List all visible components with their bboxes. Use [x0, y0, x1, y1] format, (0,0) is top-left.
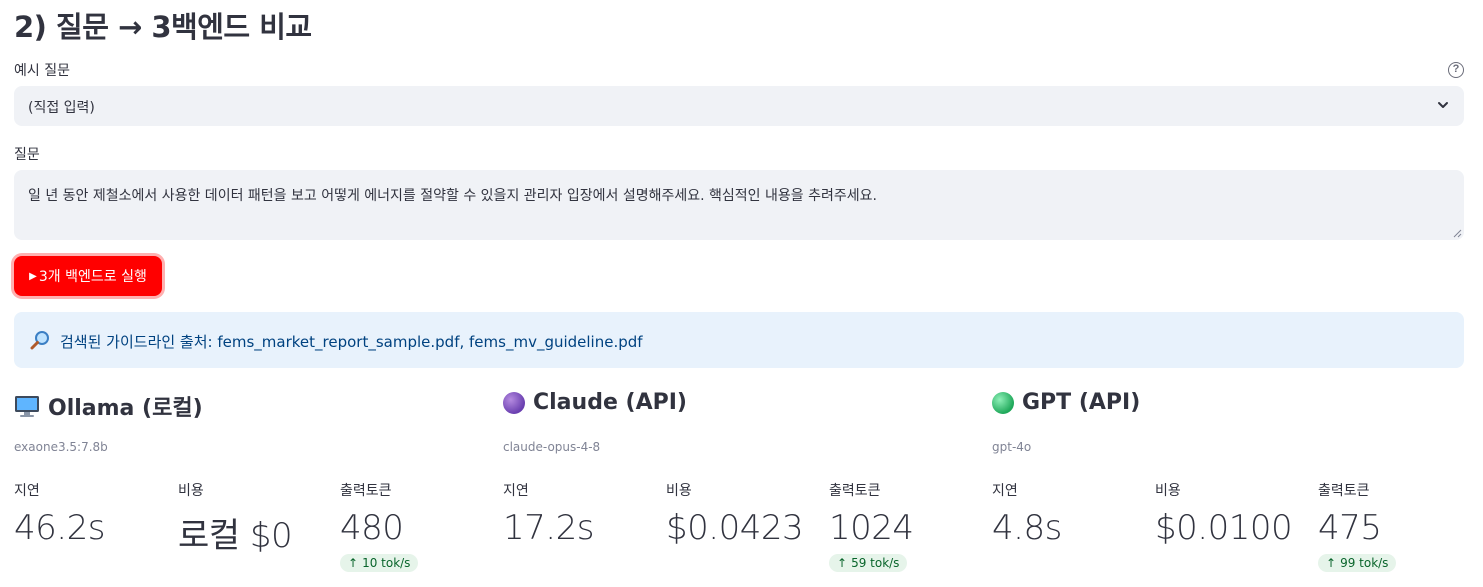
metric-label: 지연	[14, 483, 40, 499]
metric-cost: 비용 $0.0100	[1155, 480, 1293, 548]
metric-latency: 지연 4.8s	[992, 480, 1062, 548]
metric-label: 비용	[178, 483, 204, 499]
sources-text: 검색된 가이드라인 출처: fems_market_report_sample.…	[60, 331, 643, 352]
token-rate-text: 99 tok/s	[1340, 556, 1389, 570]
backend-column-ollama: Ollama (로컬) exaone3.5:7.8b 지연 46.2s 비용 로…	[14, 390, 484, 587]
metric-value: 475	[1318, 508, 1382, 548]
arrow-up-icon: ↑	[837, 556, 848, 570]
metric-value: $0.0423	[666, 508, 804, 548]
backend-title-text: Claude (API)	[533, 390, 687, 415]
metric-label: 지연	[992, 483, 1018, 499]
metric-label: 출력토큰	[1318, 483, 1370, 499]
chevron-down-icon	[1438, 102, 1448, 108]
model-caption: exaone3.5:7.8b	[14, 440, 108, 454]
metric-value: 17.2s	[503, 508, 594, 548]
backend-title: GPT (API)	[992, 390, 1140, 415]
metric-label: 출력토큰	[829, 483, 881, 499]
model-caption: gpt-4o	[992, 440, 1032, 454]
question-textarea[interactable]: 일 년 동안 제철소에서 사용한 데이터 패턴을 보고 어떻게 에너지를 절약할…	[14, 170, 1464, 240]
token-rate-text: 10 tok/s	[362, 556, 411, 570]
backend-title: Ollama (로컬)	[14, 390, 203, 422]
question-label: 질문	[14, 147, 40, 163]
metric-tokens: 출력토큰 480 ↑ 10 tok/s	[340, 480, 419, 572]
token-rate-text: 59 tok/s	[851, 556, 900, 570]
token-rate-badge: ↑ 10 tok/s	[340, 554, 419, 572]
metric-cost: 비용 로컬 $0	[178, 480, 293, 557]
example-question-select[interactable]: (직접 입력)	[14, 86, 1464, 126]
help-icon[interactable]: ?	[1448, 62, 1464, 78]
resize-handle-icon[interactable]	[1452, 228, 1462, 238]
token-rate-badge: ↑ 59 tok/s	[829, 554, 908, 572]
arrow-up-icon: ↑	[1326, 556, 1337, 570]
monitor-icon	[15, 396, 39, 417]
model-caption: claude-opus-4-8	[503, 440, 601, 454]
metric-label: 비용	[666, 483, 692, 499]
metric-value: 1024	[829, 508, 914, 548]
backend-column-claude: Claude (API) claude-opus-4-8 지연 17.2s 비용…	[503, 390, 973, 587]
arrow-up-icon: ↑	[348, 556, 359, 570]
play-icon: ▶	[29, 270, 37, 282]
purple-circle-icon	[503, 391, 525, 414]
metric-label: 출력토큰	[340, 483, 392, 499]
example-question-label: 예시 질문	[14, 63, 70, 79]
metric-label: 비용	[1155, 483, 1181, 499]
sources-info-box: 검색된 가이드라인 출처: fems_market_report_sample.…	[14, 312, 1464, 368]
backend-title-text: Ollama (로컬)	[48, 396, 203, 421]
metric-latency: 지연 46.2s	[14, 480, 105, 548]
metric-value: 46.2s	[14, 508, 105, 548]
section-title: 2) 질문 → 3백엔드 비교	[14, 10, 312, 44]
metric-value: $0.0100	[1155, 508, 1293, 548]
magnifier-icon	[30, 331, 49, 350]
green-circle-icon	[992, 391, 1014, 414]
metric-tokens: 출력토큰 1024 ↑ 59 tok/s	[829, 480, 914, 572]
metric-latency: 지연 17.2s	[503, 480, 594, 548]
run-backends-button[interactable]: ▶ 3개 백엔드로 실행	[14, 256, 162, 296]
example-question-select-value: (직접 입력)	[28, 100, 95, 116]
run-backends-button-label: 3개 백엔드로 실행	[38, 269, 147, 285]
metric-value: 4.8s	[992, 508, 1062, 548]
question-text: 일 년 동안 제철소에서 사용한 데이터 패턴을 보고 어떻게 에너지를 절약할…	[28, 188, 877, 204]
backend-column-gpt: GPT (API) gpt-4o 지연 4.8s 비용 $0.0100 출력토큰…	[992, 390, 1462, 587]
backend-title: Claude (API)	[503, 390, 687, 415]
backend-title-text: GPT (API)	[1022, 390, 1141, 415]
metric-tokens: 출력토큰 475 ↑ 99 tok/s	[1318, 480, 1397, 572]
metric-value: 로컬 $0	[178, 516, 293, 556]
metric-cost: 비용 $0.0423	[666, 480, 804, 548]
metric-value: 480	[340, 508, 404, 548]
sources-files: fems_market_report_sample.pdf, fems_mv_g…	[217, 333, 643, 351]
sources-prefix: 검색된 가이드라인 출처:	[60, 333, 213, 351]
token-rate-badge: ↑ 99 tok/s	[1318, 554, 1397, 572]
metric-label: 지연	[503, 483, 529, 499]
